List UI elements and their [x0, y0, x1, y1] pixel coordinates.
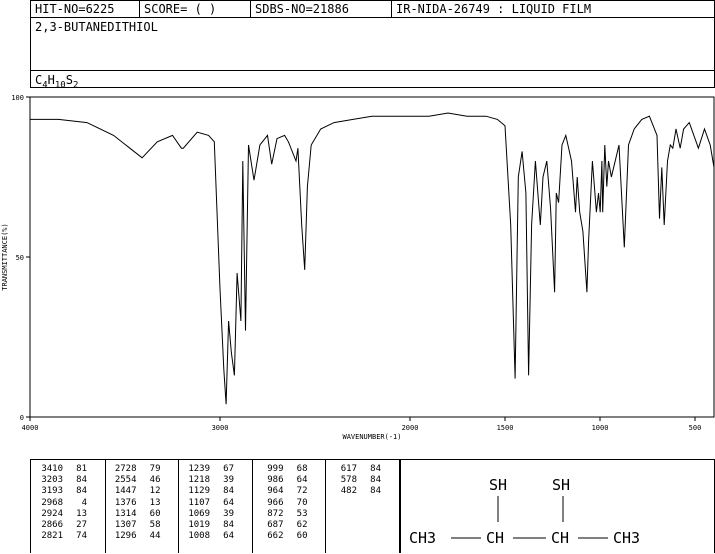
- sh-group-right: SH: [552, 476, 570, 494]
- peak-wavenumber: 1069: [188, 508, 210, 519]
- sh-group-left: SH: [489, 476, 507, 494]
- peak-transmittance: 60: [149, 508, 161, 519]
- peak-transmittance: 68: [296, 464, 308, 474]
- peak-transmittance: 72: [296, 486, 308, 497]
- peak-column-divider: [104, 460, 106, 553]
- peak-wavenumber: 617: [340, 464, 357, 474]
- peak-transmittance: 70: [296, 497, 308, 508]
- plot-frame: [29, 96, 715, 418]
- peak-wavenumber: 1107: [188, 497, 210, 508]
- peak-transmittance: 4: [81, 497, 87, 508]
- y-tick-label: 0: [20, 414, 24, 422]
- ch-right: CH: [551, 529, 569, 547]
- peak-wavenumber: 1376: [114, 497, 137, 508]
- ch3-right: CH3: [613, 529, 640, 547]
- y-tick-label: 100: [11, 94, 24, 102]
- ch3-left: CH3: [409, 529, 436, 547]
- ch3-right-text: CH3: [613, 529, 640, 547]
- peak-wavenumber: 2554: [114, 475, 137, 486]
- peak-column-divider: [325, 460, 326, 553]
- peak-transmittance: 84: [370, 464, 381, 474]
- peak-transmittance: 44: [149, 531, 161, 542]
- peak-wavenumber: 3193: [41, 486, 63, 497]
- peak-transmittance: 84: [76, 475, 87, 486]
- peak-transmittance: 84: [223, 486, 234, 497]
- x-tick-label: 1000: [592, 424, 609, 432]
- peak-wavenumber: 687: [267, 520, 284, 530]
- peak-transmittance: 64: [296, 475, 308, 486]
- peak-wavenumber: 662: [267, 531, 284, 542]
- ch-left: CH: [486, 529, 504, 547]
- y-tick-label: 50: [16, 254, 24, 262]
- peak-transmittance: 79: [149, 464, 161, 474]
- peak-wavenumber: 1008: [188, 531, 210, 542]
- spectrum-line: [30, 112, 715, 405]
- x-tick-label: 4000: [22, 424, 39, 432]
- peak-transmittance: 81: [76, 464, 87, 474]
- x-axis-label: WAVENUMBER(-1): [342, 433, 401, 441]
- ir-spectrum-chart: 4000 3000 2000 1500 1000 500 0 50 100 WAVENUMBER…: [1, 94, 715, 441]
- peak-transmittance: 74: [76, 531, 87, 542]
- peak-transmittance: 84: [370, 475, 381, 486]
- peak-transmittance: 64: [223, 531, 234, 542]
- peak-wavenumber: 2968: [41, 497, 63, 508]
- peak-wavenumber: 964: [267, 486, 284, 497]
- peak-wavenumber: 2821: [41, 531, 63, 542]
- peak-transmittance: 13: [76, 508, 87, 519]
- peak-wavenumber: 2924: [41, 508, 63, 519]
- peak-transmittance: 84: [370, 486, 381, 497]
- peak-transmittance: 13: [149, 497, 161, 508]
- structure-diagram: SH SH CH3 CH CH CH3: [409, 476, 640, 547]
- peak-wavenumber: 986: [267, 475, 284, 486]
- peak-wavenumber: 2866: [41, 520, 63, 530]
- peak-wavenumber: 2728: [114, 464, 137, 474]
- x-tick-label: 1500: [497, 424, 514, 432]
- peak-table: 3410 81 3203 84 3193 84 2968 4 2924 13 2866 27 2821 7…: [30, 459, 400, 553]
- peak-wavenumber: 872: [267, 508, 284, 519]
- peak-wavenumber: 3410: [41, 464, 63, 474]
- x-tick-label: 500: [689, 424, 702, 432]
- peak-wavenumber: 966: [267, 497, 284, 508]
- peak-wavenumber: 1019: [188, 520, 210, 530]
- peak-transmittance: 84: [76, 486, 87, 497]
- peak-wavenumber: 482: [340, 486, 357, 497]
- peak-wavenumber: 3203: [41, 475, 63, 486]
- peak-transmittance: 64: [223, 497, 234, 508]
- x-tick-label: 3000: [212, 424, 229, 432]
- peak-wavenumber: 578: [340, 475, 357, 486]
- peak-transmittance: 58: [149, 520, 161, 530]
- peak-transmittance: 53: [296, 508, 308, 519]
- y-axis-label: TRANSMITTANCE(%): [1, 223, 9, 290]
- peak-wavenumber: 1447: [114, 486, 137, 497]
- peak-transmittance: 60: [296, 531, 308, 542]
- peak-wavenumber: 1218: [188, 475, 210, 486]
- peak-transmittance: 46: [149, 475, 161, 486]
- peak-wavenumber: 999: [267, 464, 284, 474]
- peak-column-divider: [178, 460, 179, 553]
- ch3-left-text: CH3: [409, 529, 436, 547]
- peak-transmittance: 12: [149, 486, 161, 497]
- peak-wavenumber: 1296: [114, 531, 137, 542]
- peak-transmittance: 67: [223, 464, 234, 474]
- structure-box: SH SH CH3 CH CH CH3: [400, 459, 715, 553]
- peak-transmittance: 39: [223, 508, 234, 519]
- peak-wavenumber: 1314: [114, 508, 137, 519]
- peak-transmittance: 62: [296, 520, 308, 530]
- x-tick-label: 2000: [402, 424, 419, 432]
- peak-column-divider: [251, 460, 253, 553]
- peak-wavenumber: 1129: [188, 486, 210, 497]
- peak-transmittance: 27: [76, 520, 87, 530]
- peak-wavenumber: 1307: [114, 520, 137, 530]
- peak-transmittance: 39: [223, 475, 234, 486]
- peak-wavenumber: 1239: [188, 464, 210, 474]
- peak-transmittance: 84: [223, 520, 234, 530]
